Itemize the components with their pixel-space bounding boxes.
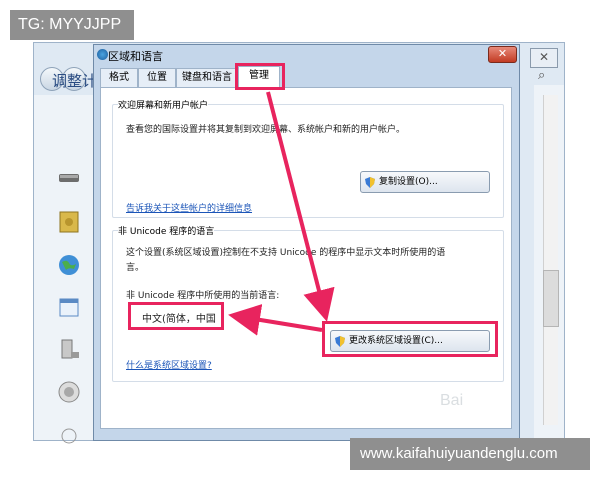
arrow-to-current-language	[228, 304, 323, 336]
watermark-top-tag: TG: MYYJJPP	[10, 10, 134, 40]
watermark-logo: Bai	[440, 392, 464, 409]
arrow-to-change-button	[266, 91, 335, 322]
watermark-bottom-tag: www.kaifahuiyuandenglu.com	[350, 438, 590, 470]
annotation-arrows	[228, 91, 335, 336]
